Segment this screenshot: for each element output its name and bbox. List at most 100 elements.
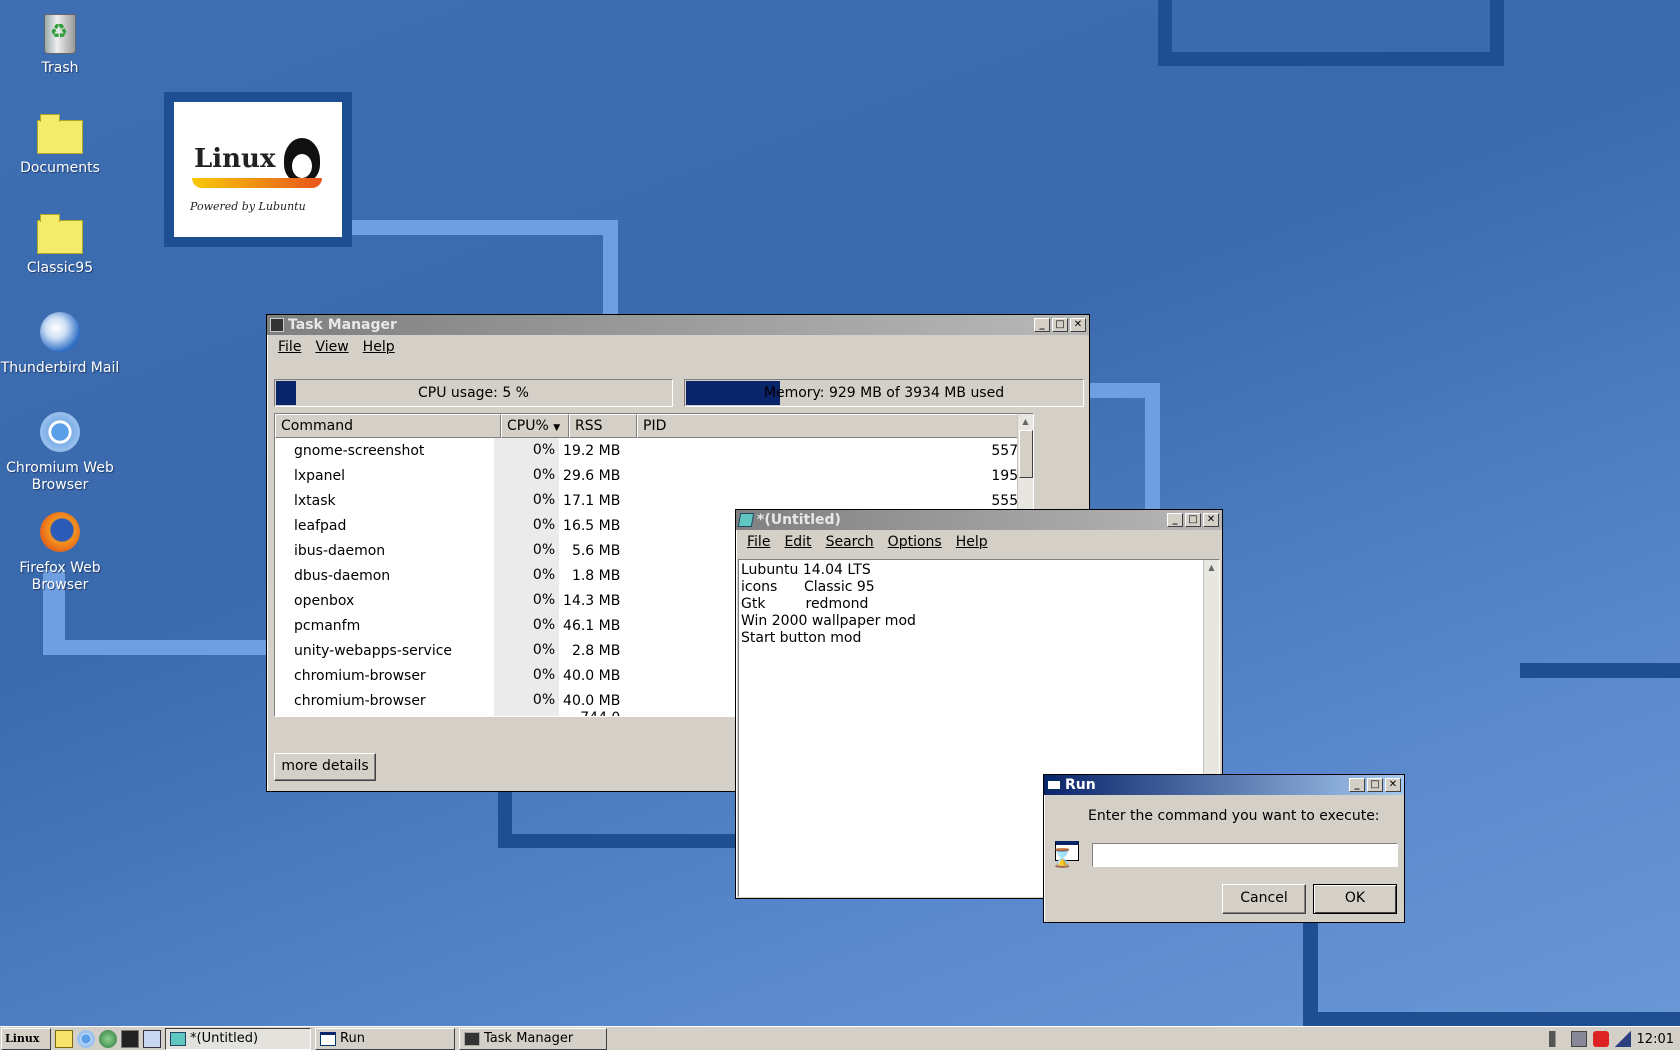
editor-line: icons Classic 95 [741, 579, 875, 595]
process-pid: 5554 [991, 492, 1028, 509]
more-details-button[interactable]: more details [274, 753, 376, 781]
table-row[interactable]: lxpanel 0% 29.6 MB 1957 [275, 463, 1033, 488]
process-cpu: 0% [493, 713, 560, 716]
desktop-icon-label: Chromium Web Browser [6, 460, 114, 493]
menu-file[interactable]: File [740, 534, 777, 550]
editor-text: Lubuntu 14.04 LTS icons Classic 95 Gtk red… [741, 562, 916, 647]
taskbar-item-leafpad[interactable]: *(Untitled) [165, 1027, 311, 1050]
process-rss: 2.8 MB [571, 642, 621, 659]
process-pid: 5579 [991, 442, 1028, 459]
maximize-button[interactable]: □ [1052, 318, 1068, 332]
minimize-button[interactable]: _ [1167, 513, 1183, 527]
command-input[interactable] [1092, 843, 1398, 867]
process-cpu: 0% [493, 638, 560, 663]
desktop-icon-thunderbird[interactable]: Thunderbird Mail [0, 308, 120, 377]
menu-help[interactable]: Help [949, 534, 995, 550]
menu-edit[interactable]: Edit [777, 534, 818, 550]
leafpad-icon [737, 513, 755, 527]
desktop-icon-label: Firefox Web Browser [19, 560, 101, 593]
desktop-icon-trash[interactable]: Trash [0, 8, 120, 77]
process-rss: 16.5 MB [563, 517, 621, 534]
scroll-up-arrow-icon[interactable]: ▲ [1018, 414, 1033, 430]
column-header-pid[interactable]: PID [637, 414, 1019, 438]
menu-view[interactable]: View [308, 339, 355, 355]
scrollbar-thumb[interactable] [1019, 430, 1033, 478]
desktop-icon-label: Thunderbird Mail [0, 360, 120, 376]
taskbar-item-task-manager[interactable]: Task Manager [459, 1027, 607, 1050]
signal-strength-icon[interactable] [1614, 1031, 1631, 1047]
process-rss: 17.1 MB [563, 492, 621, 509]
close-button[interactable]: ✕ [1203, 513, 1219, 527]
column-header-command[interactable]: Command [275, 414, 501, 438]
folder-icon [36, 108, 84, 156]
minimize-button[interactable]: _ [1349, 778, 1365, 792]
run-icon [320, 1031, 336, 1046]
cpu-usage-bar: CPU usage: 5 % [274, 379, 673, 407]
task-manager-titlebar[interactable]: Task Manager _ □ ✕ [267, 315, 1089, 335]
column-header-cpu[interactable]: CPU% ▼ [501, 414, 569, 438]
process-cpu: 0% [493, 613, 560, 638]
leafpad-titlebar[interactable]: *(Untitled) _ □ ✕ [736, 510, 1222, 530]
taskbar-item-run[interactable]: Run [315, 1027, 455, 1050]
trash-icon [36, 8, 84, 56]
taskmanager-icon [270, 318, 284, 332]
wallpaper-shape [1303, 920, 1318, 1026]
folder-icon [36, 208, 84, 256]
maximize-button[interactable]: □ [1185, 513, 1201, 527]
network-browser-icon[interactable] [99, 1029, 117, 1048]
desktop-icon-classic95[interactable]: Classic95 [0, 208, 120, 277]
memory-usage-bar: Memory: 929 MB of 3934 MB used [684, 379, 1084, 407]
start-button-label: Linux [5, 1031, 40, 1045]
task-manager-menubar: File View Help [267, 335, 1089, 359]
desktop-icon-firefox[interactable]: Firefox Web Browser [0, 508, 120, 594]
desktop-icon-documents[interactable]: Documents [0, 108, 120, 177]
table-row[interactable]: gnome-screenshot 0% 19.2 MB 5579 [275, 438, 1033, 463]
taskmanager-icon [464, 1031, 480, 1046]
close-button[interactable]: ✕ [1385, 778, 1401, 792]
wallpaper-shape [498, 790, 738, 848]
wallpaper-shape [1145, 383, 1160, 513]
window-title: Task Manager [288, 317, 397, 333]
menu-options[interactable]: Options [881, 534, 949, 550]
taskbar: Linux *(Untitled) Run Task Manager 12:01 [0, 1026, 1680, 1050]
process-rss: 29.6 MB [563, 467, 621, 484]
start-button[interactable]: Linux [1, 1027, 51, 1050]
process-rss: 40.0 MB [563, 667, 621, 684]
process-rss: 19.2 MB [563, 442, 621, 459]
menu-search[interactable]: Search [819, 534, 881, 550]
run-dialog-titlebar[interactable]: Run _ □ ✕ [1044, 775, 1404, 795]
chromium-icon [36, 408, 84, 456]
wallpaper-shape [1520, 663, 1680, 678]
menu-file[interactable]: File [271, 339, 308, 355]
column-header-rss[interactable]: RSS [569, 414, 637, 438]
process-rss: 5.6 MB [571, 542, 621, 559]
desktop-icon-chromium[interactable]: Chromium Web Browser [0, 408, 120, 494]
process-cpu: 0% [493, 438, 560, 463]
security-shield-icon[interactable] [1592, 1031, 1609, 1047]
process-cpu: 0% [493, 688, 560, 713]
close-button[interactable]: ✕ [1070, 318, 1086, 332]
search-icon[interactable] [55, 1029, 73, 1048]
maximize-button[interactable]: □ [1367, 778, 1383, 792]
desktop-icon-label: Documents [20, 160, 100, 176]
scroll-up-arrow-icon[interactable]: ▲ [1204, 560, 1219, 576]
taskbar-item-label: Task Manager [484, 1031, 574, 1046]
wallpaper-shape [330, 220, 618, 235]
process-cpu: 0% [493, 538, 560, 563]
process-cpu: 0% [493, 488, 560, 513]
minimize-button[interactable]: _ [1034, 318, 1050, 332]
process-command: openbox [294, 592, 355, 609]
show-desktop-icon[interactable] [143, 1029, 161, 1048]
ok-button[interactable]: OK [1313, 884, 1397, 914]
chromium-quicklaunch-icon[interactable] [77, 1029, 95, 1048]
tux-icon [284, 138, 320, 182]
clock[interactable]: 12:01 [1637, 1032, 1674, 1047]
network-icon[interactable] [1570, 1031, 1587, 1047]
menu-help[interactable]: Help [356, 339, 402, 355]
terminal-icon[interactable] [121, 1029, 139, 1048]
volume-icon[interactable] [1548, 1031, 1565, 1047]
editor-line: Win 2000 wallpaper mod [741, 613, 916, 629]
process-cpu: 0% [493, 663, 560, 688]
cancel-button[interactable]: Cancel [1222, 884, 1306, 914]
editor-line: Start button mod [741, 630, 862, 646]
